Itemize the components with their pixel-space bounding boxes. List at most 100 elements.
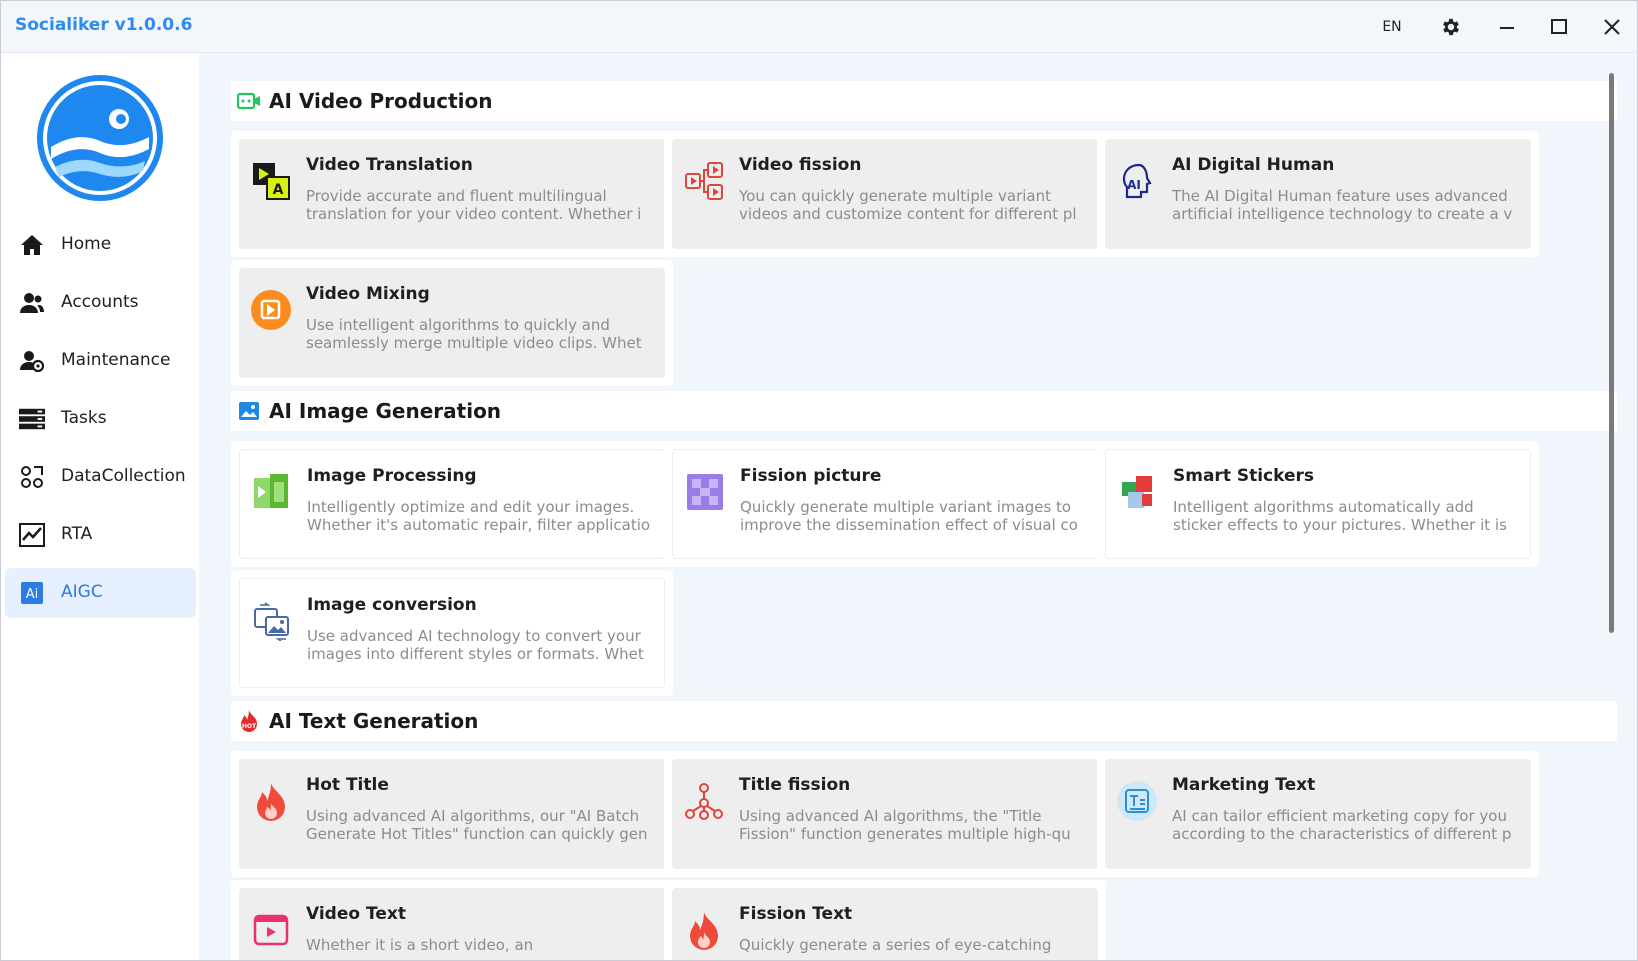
close-icon [1604,19,1620,35]
ai-icon: Ai [19,581,45,605]
section-title: AI Video Production [269,89,493,113]
card-title: Image Processing [307,466,477,486]
section-header-text: HOT AI Text Generation [231,701,1617,741]
card-description: Using advanced AI algorithms, the "Title… [739,807,1071,843]
digital-human-icon: AI [1115,159,1159,203]
main-content: AI Video Production A Video Translation … [199,53,1637,960]
video-camera-icon [237,90,261,112]
minimize-button[interactable] [1489,11,1525,43]
vertical-scrollbar[interactable] [1607,65,1617,960]
card-fission-text[interactable]: Fission Text Quickly generate a series o… [672,888,1098,960]
card-title: Video Translation [306,155,473,175]
sidebar-item-rta[interactable]: RTA [5,510,196,560]
video-text-icon [249,908,293,952]
image-icon [237,400,261,422]
sidebar-item-home[interactable]: Home [5,220,196,270]
tasks-icon [19,407,45,431]
user-settings-icon [19,349,45,373]
card-hot-title[interactable]: Hot Title Using advanced AI algorithms, … [239,759,665,869]
app-title: Socialiker v1.0.0.6 [15,15,193,35]
video-translation-icon: A [249,159,293,203]
card-description: Quickly generate multiple variant images… [740,498,1078,534]
scrollbar-thumb[interactable] [1609,73,1614,633]
card-description: Use intelligent algorithms to quickly an… [306,316,642,352]
video-fission-icon [682,159,726,203]
card-description: AI can tailor efficient marketing copy f… [1172,807,1512,843]
sidebar-item-aigc[interactable]: Ai AIGC [5,568,196,618]
close-button[interactable] [1594,11,1630,43]
card-description: Using advanced AI algorithms, our "AI Ba… [306,807,648,843]
card-video-mixing[interactable]: Video Mixing Use intelligent algorithms … [239,268,665,378]
maximize-button[interactable] [1541,11,1577,43]
card-title: Video Text [306,904,406,924]
card-description: You can quickly generate multiple varian… [739,187,1077,223]
svg-text:Ai: Ai [26,587,39,602]
card-video-fission[interactable]: Video fission You can quickly generate m… [672,139,1098,249]
card-video-text[interactable]: Video Text Whether it is a short video, … [239,888,665,960]
sidebar-item-label: Maintenance [61,350,171,370]
sidebar-item-datacollection[interactable]: DataCollection [5,452,196,502]
fission-text-icon [682,908,726,952]
card-title: Image conversion [307,595,477,615]
svg-text:HOT: HOT [242,723,257,730]
sidebar-item-label: Home [61,234,112,254]
card-description: Use advanced AI technology to convert yo… [307,627,644,663]
smart-stickers-icon [1116,470,1160,514]
card-title: Video fission [739,155,862,175]
sidebar-item-label: Accounts [61,292,139,312]
title-fission-icon [682,779,726,823]
card-title: Fission picture [740,466,882,486]
hot-fire-icon: HOT [237,710,261,732]
maximize-icon [1551,19,1567,34]
card-description: The AI Digital Human feature uses advanc… [1172,187,1513,223]
data-collection-icon [19,465,45,489]
hot-title-icon [249,779,293,823]
minimize-icon [1500,27,1514,29]
card-title-fission[interactable]: Title fission Using advanced AI algorith… [672,759,1098,869]
svg-text:A: A [273,182,284,198]
card-title: Video Mixing [306,284,430,304]
sidebar-item-tasks[interactable]: Tasks [5,394,196,444]
app-window: Socialiker v1.0.0.6 EN Home Accounts Mai… [0,0,1638,961]
card-smart-stickers[interactable]: Smart Stickers Intelligent algorithms au… [1105,449,1531,559]
sidebar-item-label: RTA [61,524,93,544]
section-title: AI Image Generation [269,399,502,423]
settings-button[interactable] [1433,11,1469,43]
sidebar-item-label: DataCollection [61,466,186,486]
title-bar: Socialiker v1.0.0.6 EN [1,1,1637,53]
image-conversion-icon [250,599,294,643]
card-title: Title fission [739,775,851,795]
app-logo [37,75,163,201]
video-mixing-icon [249,288,293,332]
card-image-conversion[interactable]: Image conversion Use advanced AI technol… [239,578,665,688]
card-title: Smart Stickers [1173,466,1315,486]
sidebar-item-label: AIGC [61,582,103,602]
card-description: Whether it is a short video, an [306,936,534,954]
svg-text:AI: AI [1127,178,1141,192]
card-marketing-text[interactable]: Marketing Text AI can tailor efficient m… [1105,759,1531,869]
sidebar-item-maintenance[interactable]: Maintenance [5,336,196,386]
home-icon [19,233,45,257]
section-header-image: AI Image Generation [231,391,1617,431]
card-title: Marketing Text [1172,775,1316,795]
card-image-processing[interactable]: Image Processing Intelligently optimize … [239,449,665,559]
card-title: Fission Text [739,904,853,924]
fission-picture-icon [683,470,727,514]
image-processing-icon [250,470,294,514]
gear-icon [1443,18,1459,36]
card-title: AI Digital Human [1172,155,1335,175]
chart-line-icon [19,523,45,547]
card-description: Quickly generate a series of eye-catchin… [739,936,1052,954]
sidebar: Home Accounts Maintenance Tasks DataColl… [1,53,199,960]
card-description: Provide accurate and fluent multilingual… [306,187,642,223]
card-ai-digital-human[interactable]: AI AI Digital Human The AI Digital Human… [1105,139,1531,249]
users-icon [19,291,45,315]
sidebar-item-accounts[interactable]: Accounts [5,278,196,328]
section-title: AI Text Generation [269,709,479,733]
card-title: Hot Title [306,775,389,795]
card-fission-picture[interactable]: Fission picture Quickly generate multipl… [672,449,1098,559]
card-video-translation[interactable]: A Video Translation Provide accurate and… [239,139,665,249]
marketing-text-icon [1115,779,1159,823]
section-header-video: AI Video Production [231,81,1617,121]
language-selector[interactable]: EN [1370,11,1414,43]
